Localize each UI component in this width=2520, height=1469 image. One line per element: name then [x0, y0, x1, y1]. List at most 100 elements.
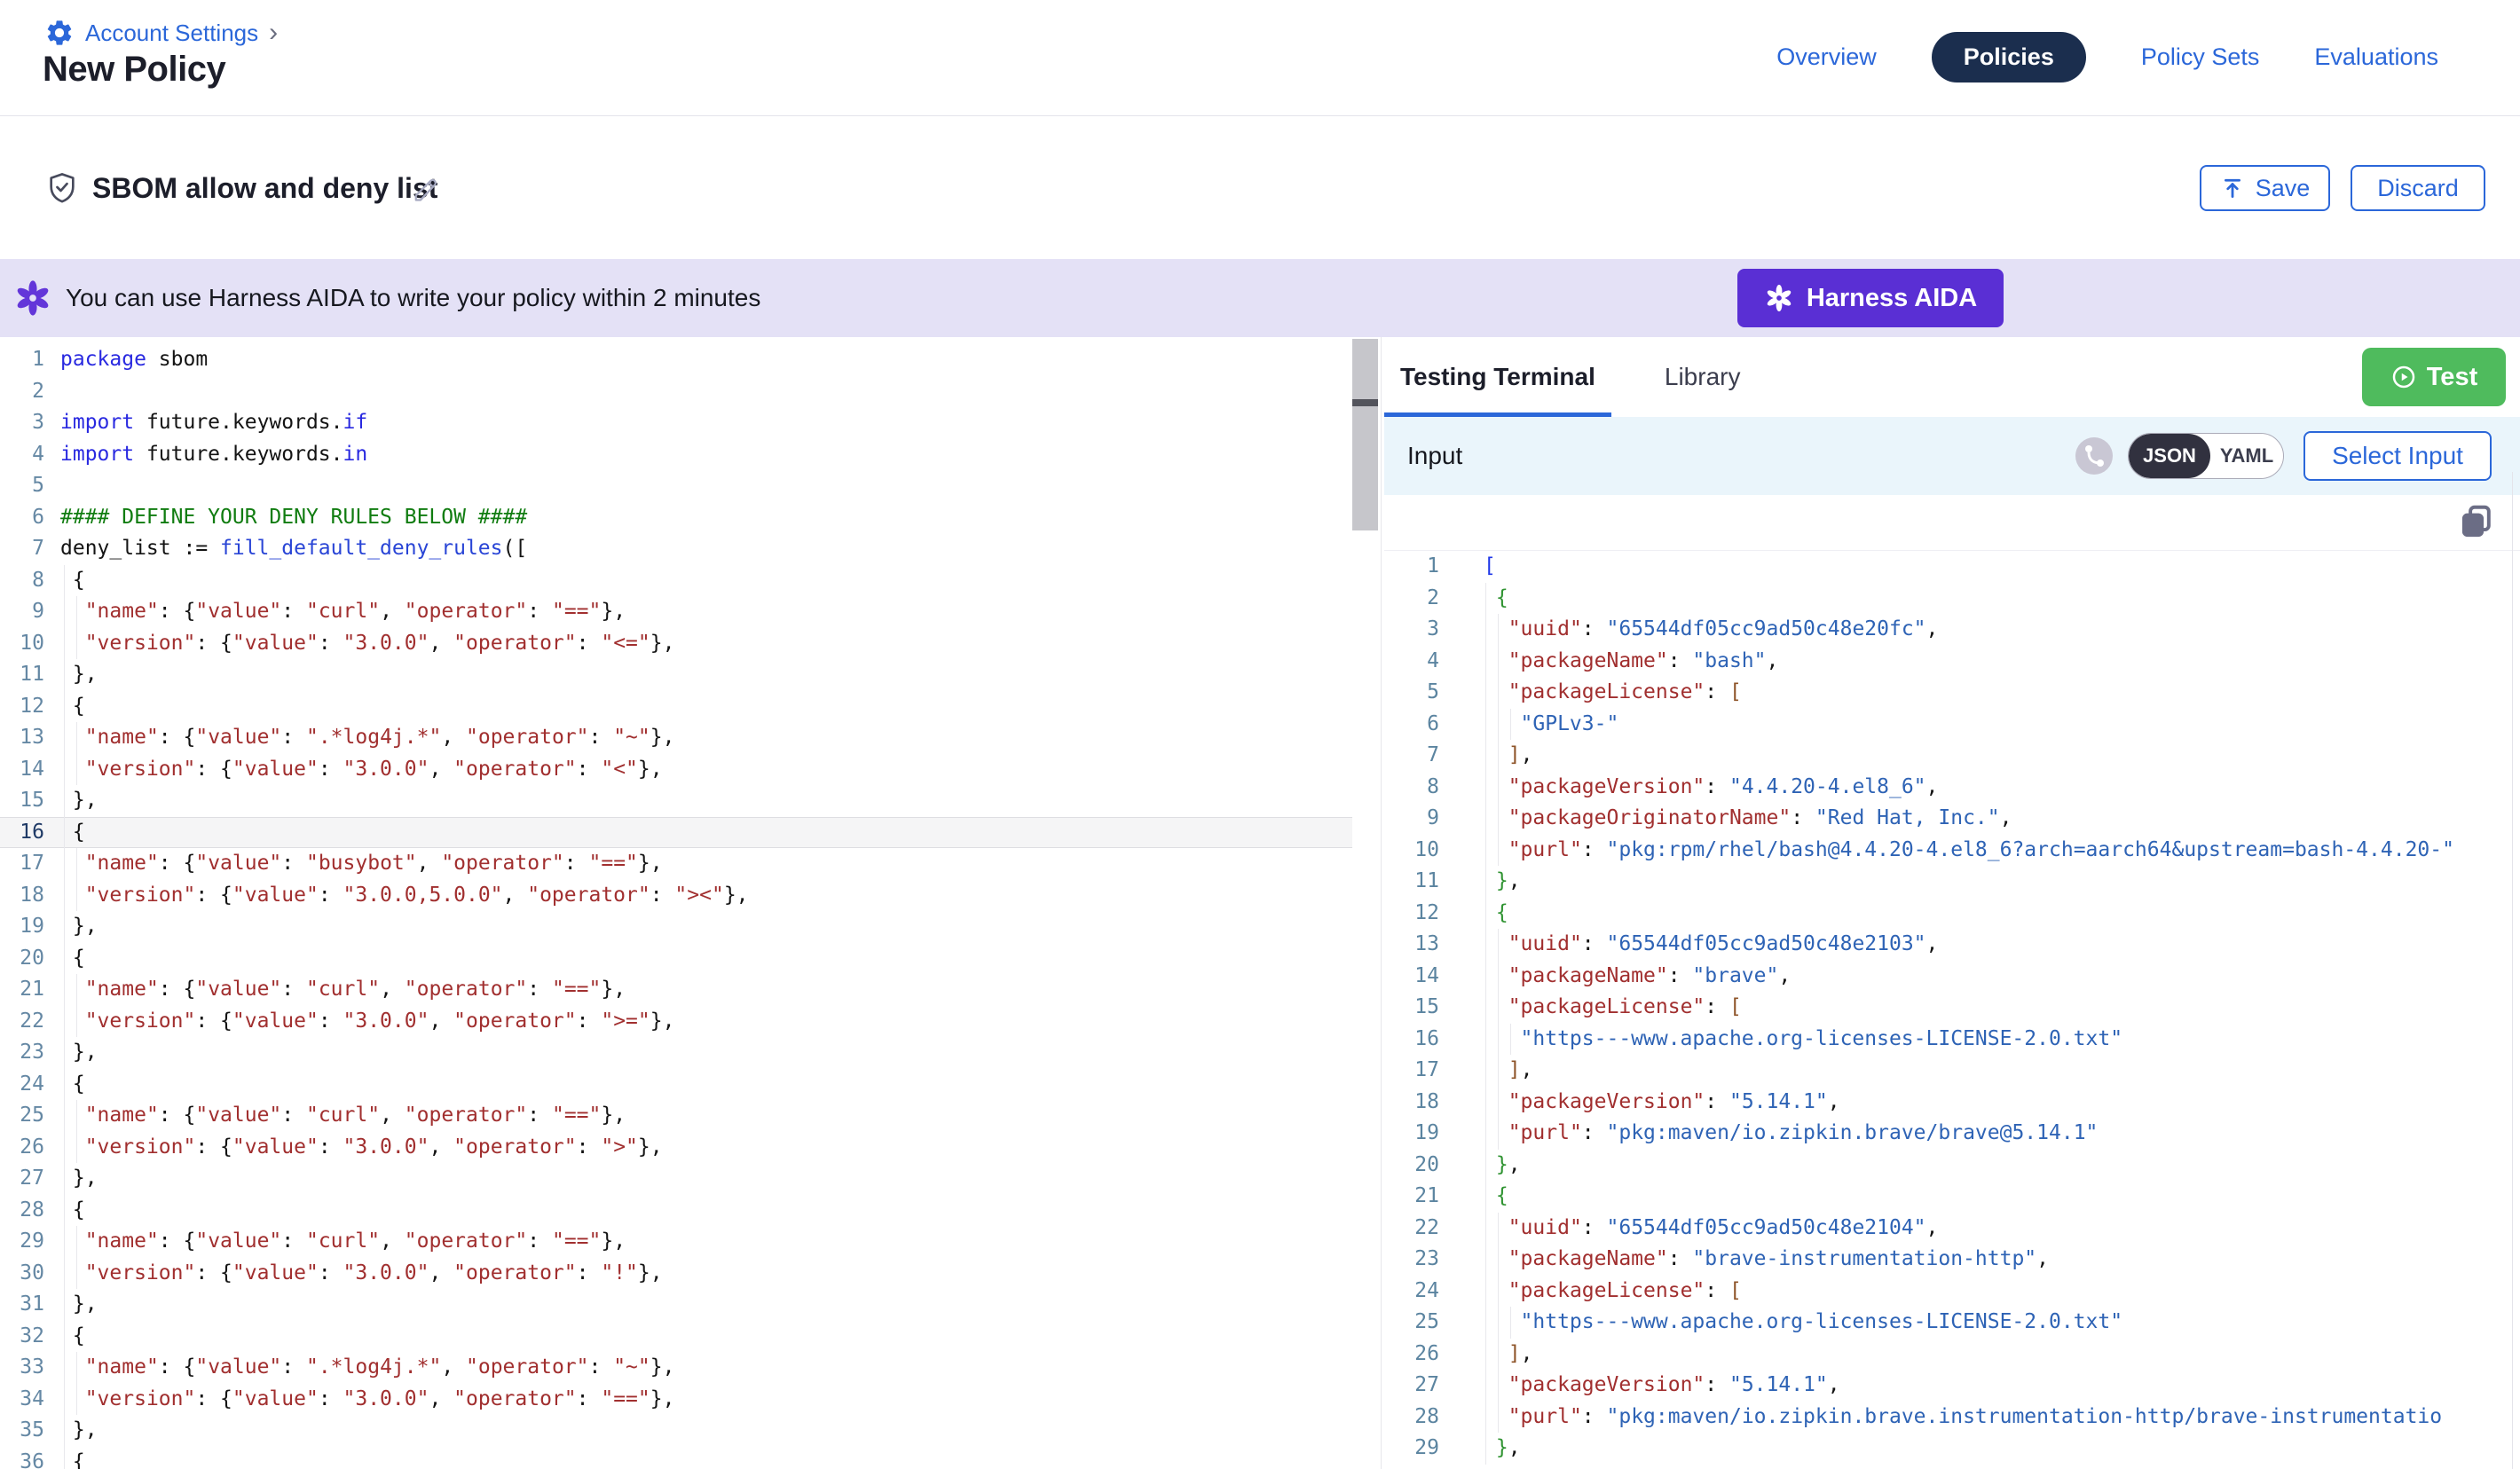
- code-line[interactable]: 9 "name": {"value": "curl", "operator": …: [0, 596, 1352, 628]
- policy-code-editor[interactable]: 1package sbom23import future.keywords.if…: [0, 337, 1352, 1469]
- code-line[interactable]: 15 },: [0, 785, 1352, 817]
- code-line[interactable]: 13 "name": {"value": ".*log4j.*", "opera…: [0, 722, 1352, 754]
- code-line[interactable]: 1[: [1384, 551, 2520, 583]
- code-line[interactable]: 10 "purl": "pkg:rpm/rhel/bash@4.4.20-4.e…: [1384, 835, 2520, 867]
- indent-guide: [1498, 614, 1499, 646]
- code-line[interactable]: 19 "purl": "pkg:maven/io.zipkin.brave/br…: [1384, 1118, 2520, 1150]
- code-line[interactable]: 27 "packageVersion": "5.14.1",: [1384, 1370, 2520, 1402]
- code-line[interactable]: 5 "packageLicense": [: [1384, 677, 2520, 709]
- code-line[interactable]: 3 "uuid": "65544df05cc9ad50c48e20fc",: [1384, 614, 2520, 646]
- code-line[interactable]: 28 "purl": "pkg:maven/io.zipkin.brave.in…: [1384, 1402, 2520, 1434]
- code-line[interactable]: 6 "GPLv3-": [1384, 709, 2520, 741]
- code-line[interactable]: 19 },: [0, 911, 1352, 943]
- format-branch-icon[interactable]: [2075, 436, 2114, 475]
- breadcrumb-link-account-settings[interactable]: Account Settings: [85, 20, 258, 47]
- code-line[interactable]: 21 {: [1384, 1181, 2520, 1213]
- code-line[interactable]: 15 "packageLicense": [: [1384, 992, 2520, 1024]
- code-line[interactable]: 4import future.keywords.in: [0, 439, 1352, 471]
- tab-library[interactable]: Library: [1665, 363, 1741, 391]
- discard-button[interactable]: Discard: [2351, 165, 2485, 211]
- edit-pencil-icon[interactable]: [410, 174, 442, 206]
- code-line[interactable]: 27 },: [0, 1163, 1352, 1195]
- tab-testing-terminal[interactable]: Testing Terminal: [1400, 363, 1595, 391]
- code-line[interactable]: 6#### DEFINE YOUR DENY RULES BELOW ####: [0, 502, 1352, 534]
- code-line[interactable]: 35 },: [0, 1415, 1352, 1447]
- code-line[interactable]: 30 "version": {"value": "3.0.0", "operat…: [0, 1258, 1352, 1290]
- indent-guide: [1485, 1087, 1486, 1119]
- upload-icon: [2220, 176, 2245, 200]
- input-scrollbar-track[interactable]: [2512, 472, 2513, 1469]
- indent-guide: [64, 1258, 65, 1290]
- code-line[interactable]: 14 "packageName": "brave",: [1384, 961, 2520, 993]
- code-line[interactable]: 16 "https---www.apache.org-licenses-LICE…: [1384, 1024, 2520, 1056]
- code-line[interactable]: 4 "packageName": "bash",: [1384, 646, 2520, 678]
- test-button[interactable]: Test: [2362, 348, 2506, 406]
- code-line[interactable]: 25 "name": {"value": "curl", "operator":…: [0, 1100, 1352, 1132]
- code-line[interactable]: 12 {: [1384, 898, 2520, 930]
- code-line[interactable]: 26 ],: [1384, 1339, 2520, 1371]
- input-json-viewer[interactable]: 1[2 {3 "uuid": "65544df05cc9ad50c48e20fc…: [1384, 551, 2520, 1465]
- code-line[interactable]: 5: [0, 470, 1352, 502]
- code-line[interactable]: 22 "version": {"value": "3.0.0", "operat…: [0, 1006, 1352, 1038]
- code-line[interactable]: 22 "uuid": "65544df05cc9ad50c48e2104",: [1384, 1213, 2520, 1245]
- line-number: 1: [0, 344, 51, 376]
- line-content: "uuid": "65544df05cc9ad50c48e2104",: [1446, 1213, 1938, 1245]
- code-line[interactable]: 29 "name": {"value": "curl", "operator":…: [0, 1226, 1352, 1258]
- tab-overview[interactable]: Overview: [1776, 43, 1877, 71]
- code-line[interactable]: 12 {: [0, 691, 1352, 723]
- code-line[interactable]: 11 },: [1384, 866, 2520, 898]
- code-line[interactable]: 34 "version": {"value": "3.0.0", "operat…: [0, 1384, 1352, 1416]
- code-line[interactable]: 21 "name": {"value": "curl", "operator":…: [0, 974, 1352, 1006]
- code-line[interactable]: 20 {: [0, 943, 1352, 975]
- indent-guide: [1510, 1307, 1511, 1339]
- code-line[interactable]: 7 ],: [1384, 740, 2520, 772]
- code-line[interactable]: 20 },: [1384, 1150, 2520, 1182]
- code-line[interactable]: 23 "packageName": "brave-instrumentation…: [1384, 1244, 2520, 1276]
- line-number: 22: [0, 1006, 51, 1038]
- line-content: "packageVersion": "5.14.1",: [1446, 1370, 1840, 1402]
- select-input-button[interactable]: Select Input: [2303, 431, 2492, 481]
- copy-icon[interactable]: [2456, 502, 2497, 543]
- tab-policy-sets[interactable]: Policy Sets: [2141, 43, 2260, 71]
- line-content: import future.keywords.if: [51, 407, 367, 439]
- code-line[interactable]: 14 "version": {"value": "3.0.0", "operat…: [0, 754, 1352, 786]
- editor-scrollbar[interactable]: [1352, 339, 1378, 530]
- code-line[interactable]: 28 {: [0, 1195, 1352, 1227]
- code-line[interactable]: 1package sbom: [0, 344, 1352, 376]
- code-line[interactable]: 3import future.keywords.if: [0, 407, 1352, 439]
- code-line[interactable]: 23 },: [0, 1037, 1352, 1069]
- format-option-json[interactable]: JSON: [2129, 434, 2210, 478]
- tab-evaluations[interactable]: Evaluations: [2314, 43, 2438, 71]
- code-line[interactable]: 29 },: [1384, 1433, 2520, 1465]
- code-line[interactable]: 26 "version": {"value": "3.0.0", "operat…: [0, 1132, 1352, 1164]
- code-line[interactable]: 7deny_list := fill_default_deny_rules([: [0, 533, 1352, 565]
- harness-aida-button[interactable]: Harness AIDA: [1737, 269, 2004, 327]
- code-line[interactable]: 13 "uuid": "65544df05cc9ad50c48e2103",: [1384, 929, 2520, 961]
- code-line[interactable]: 18 "version": {"value": "3.0.0,5.0.0", "…: [0, 880, 1352, 912]
- code-line[interactable]: 8 {: [0, 565, 1352, 597]
- code-line[interactable]: 33 "name": {"value": ".*log4j.*", "opera…: [0, 1352, 1352, 1384]
- code-line[interactable]: 17 "name": {"value": "busybot", "operato…: [0, 848, 1352, 880]
- code-line[interactable]: 32 {: [0, 1321, 1352, 1353]
- input-label: Input: [1407, 442, 1462, 470]
- tab-policies[interactable]: Policies: [1932, 32, 2086, 82]
- code-line[interactable]: 9 "packageOriginatorName": "Red Hat, Inc…: [1384, 803, 2520, 835]
- code-line[interactable]: 2 {: [1384, 583, 2520, 615]
- code-line[interactable]: 36 {: [0, 1447, 1352, 1469]
- code-line[interactable]: 31 },: [0, 1289, 1352, 1321]
- code-line[interactable]: 17 ],: [1384, 1055, 2520, 1087]
- code-line[interactable]: 24 "packageLicense": [: [1384, 1276, 2520, 1308]
- code-line[interactable]: 16 {: [0, 817, 1352, 849]
- code-line[interactable]: 10 "version": {"value": "3.0.0", "operat…: [0, 628, 1352, 660]
- code-line[interactable]: 11 },: [0, 659, 1352, 691]
- format-option-yaml[interactable]: YAML: [2210, 434, 2283, 478]
- format-toggle[interactable]: JSON YAML: [2128, 433, 2284, 479]
- code-line[interactable]: 18 "packageVersion": "5.14.1",: [1384, 1087, 2520, 1119]
- code-line[interactable]: 25 "https---www.apache.org-licenses-LICE…: [1384, 1307, 2520, 1339]
- save-button[interactable]: Save: [2200, 165, 2330, 211]
- code-line[interactable]: 2: [0, 376, 1352, 408]
- code-line[interactable]: 8 "packageVersion": "4.4.20-4.el8_6",: [1384, 772, 2520, 804]
- line-number: 5: [0, 470, 51, 502]
- code-line[interactable]: 24 {: [0, 1069, 1352, 1101]
- indent-guide: [1498, 803, 1499, 835]
